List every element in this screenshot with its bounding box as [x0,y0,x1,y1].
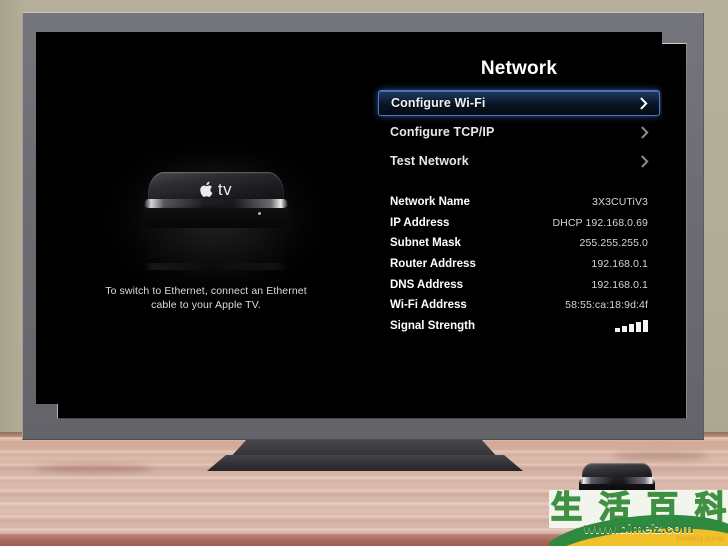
info-label: Signal Strength [390,319,475,332]
tv-screen: tv To switch to Ethernet, connect an Eth… [36,32,662,404]
menu-item-label: Configure Wi-Fi [391,96,486,110]
info-value: 58:55:ca:18:9d:4f [565,299,648,312]
page-title: Network [480,58,558,79]
info-value: 192.168.0.1 [591,278,648,291]
device-led-indicator [258,212,261,215]
signal-bar [643,319,648,332]
menu-item-label: Configure TCP/IP [390,125,495,139]
desk-shadow-left [36,464,152,473]
info-label: IP Address [390,216,450,229]
signal-bar [636,321,641,332]
apple-tv-illustration: tv [140,172,292,234]
info-label: DNS Address [390,278,464,291]
menu-item-test-network[interactable]: Test Network [378,148,660,174]
chevron-right-icon [641,154,649,168]
menu-item-label: Test Network [390,154,469,168]
signal-bar [629,323,634,332]
screenshot-scene: tv To switch to Ethernet, connect an Eth… [0,0,728,546]
apple-logo-icon [200,181,213,197]
info-label: Router Address [390,258,476,271]
watermark: 生 活 百 科 www.bimeiz.com bimeiz.com [549,490,728,546]
info-row-wifi-address: Wi-Fi Address 58:55:ca:18:9d:4f [390,295,648,316]
menu-item-configure-wifi[interactable]: Configure Wi-Fi [378,90,660,116]
reflection-chrome [144,263,288,270]
menu-item-configure-tcpip[interactable]: Configure TCP/IP [378,119,660,145]
info-value: DHCP 192.168.0.69 [552,216,648,229]
device-chrome-band [579,477,655,484]
network-menu-list: Configure Wi-Fi Configure TCP/IP Test Ne… [378,90,660,174]
desk-shadow-right [612,452,708,460]
device-wordmark: tv [217,179,233,199]
info-label: Subnet Mask [390,237,461,250]
info-row-ip-address: IP Address DHCP 192.168.0.69 [390,213,648,234]
info-value: 255.255.255.0 [579,237,648,250]
info-label: Wi-Fi Address [390,299,467,312]
hero-caption-line-2: cable to your Apple TV. [151,299,261,311]
info-row-network-name: Network Name 3X3CUTiV3 [390,192,648,213]
device-branding: tv [148,172,284,206]
hero-caption-line-1: To switch to Ethernet, connect an Ethern… [105,285,307,297]
info-row-dns-address: DNS Address 192.168.0.1 [390,274,648,295]
tv-stand-base [207,455,523,471]
chevron-right-icon [641,125,649,139]
chevron-right-icon [640,96,648,110]
info-row-subnet-mask: Subnet Mask 255.255.255.0 [390,233,648,254]
network-info-table: Network Name 3X3CUTiV3 IP Address DHCP 1… [390,192,648,336]
info-value: 192.168.0.1 [591,258,648,271]
hero-artwork: tv To switch to Ethernet, connect an Eth… [36,32,376,404]
signal-strength-indicator [615,319,648,332]
info-row-signal-strength: Signal Strength [390,316,648,337]
device-reflection [140,232,292,288]
signal-bar [622,325,627,332]
reflection-top [148,234,284,266]
network-settings-panel: Network Configure Wi-Fi Configure TCP/IP… [376,32,662,404]
watermark-subtext: bimeiz.com [676,534,724,543]
hero-caption: To switch to Ethernet, connect an Ethern… [54,284,358,312]
info-value: 3X3CUTiV3 [592,196,648,209]
signal-bar [615,327,620,332]
info-row-router-address: Router Address 192.168.0.1 [390,254,648,275]
info-label: Network Name [390,196,470,209]
